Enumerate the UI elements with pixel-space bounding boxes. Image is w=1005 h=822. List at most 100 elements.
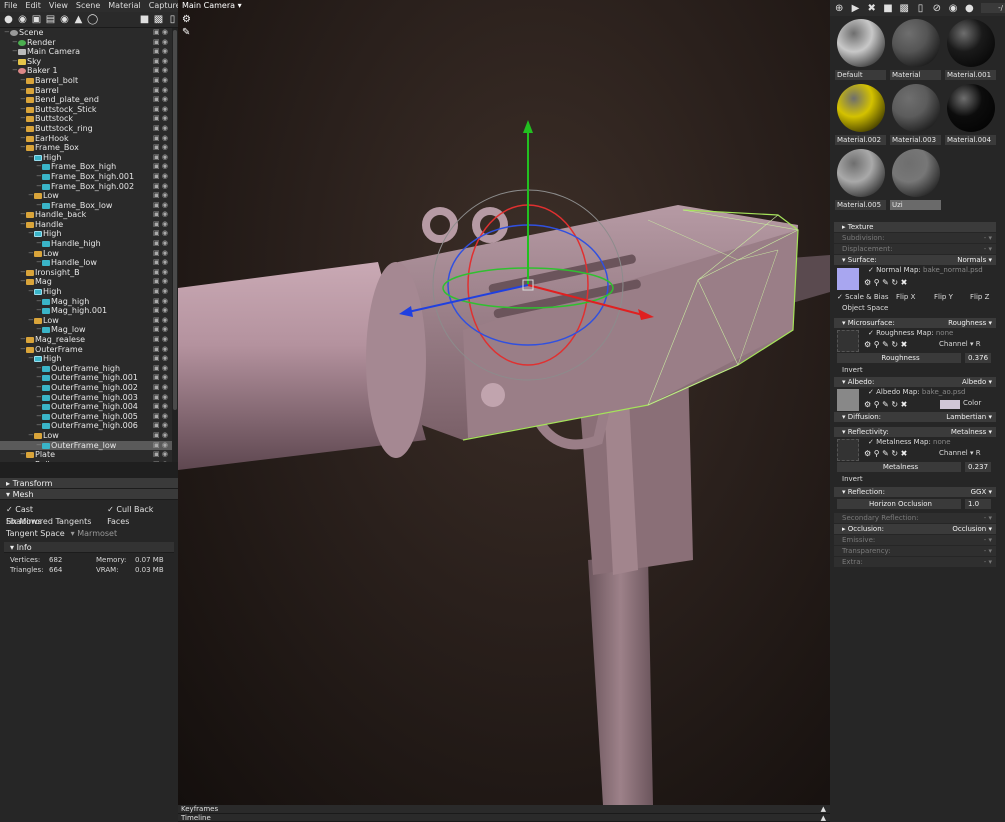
emissive-section[interactable]: Emissive: - ▾ (834, 535, 996, 545)
transform-section[interactable]: ▸ Transform (0, 478, 178, 489)
expand-toggle-icon[interactable]: − (28, 249, 34, 259)
expand-toggle-icon[interactable]: − (28, 431, 34, 441)
horizon-occlusion-value[interactable]: 1.0 (965, 499, 991, 509)
lock-visibility-icon[interactable]: ▣ ◉ (153, 76, 168, 86)
lock-visibility-icon[interactable]: ▣ ◉ (153, 201, 168, 211)
lock-visibility-icon[interactable]: ▣ ◉ (153, 287, 168, 297)
expand-toggle-icon[interactable]: − (36, 412, 42, 422)
lock-visibility-icon[interactable]: ▣ ◉ (153, 57, 168, 67)
lock-visibility-icon[interactable]: ▣ ◉ (153, 354, 168, 364)
expand-toggle-icon[interactable]: − (20, 105, 26, 115)
outliner-row[interactable]: − Scene ▣ ◉ (0, 28, 172, 38)
expand-toggle-icon[interactable]: − (12, 47, 18, 57)
outliner-row[interactable]: − Barrel_bolt ▣ ◉ (0, 76, 172, 86)
metalness-value[interactable]: 0.237 (965, 462, 991, 472)
expand-toggle-icon[interactable]: − (36, 306, 42, 316)
expand-toggle-icon[interactable]: − (12, 57, 18, 67)
roughness-channel-select[interactable]: Channel ▾ R (939, 340, 981, 348)
lock-visibility-icon[interactable]: ▣ ◉ (153, 421, 168, 431)
outliner-row[interactable]: − Handle_high ▣ ◉ (0, 239, 172, 249)
horizon-occlusion-slider[interactable]: Horizon Occlusion (837, 499, 961, 509)
material-swatch[interactable]: Uzi (889, 147, 941, 210)
expand-toggle-icon[interactable]: − (4, 28, 10, 38)
menu-file[interactable]: File (0, 0, 21, 12)
outliner-row[interactable]: − High ▣ ◉ (0, 153, 172, 163)
lock-visibility-icon[interactable]: ▣ ◉ (153, 38, 168, 48)
lock-visibility-icon[interactable]: ▣ ◉ (153, 249, 168, 259)
lock-visibility-icon[interactable]: ▣ ◉ (153, 114, 168, 124)
lock-visibility-icon[interactable]: ▣ ◉ (153, 86, 168, 96)
outliner-row[interactable]: − OuterFrame_high.001 ▣ ◉ (0, 373, 172, 383)
expand-toggle-icon[interactable]: − (36, 364, 42, 374)
lock-visibility-icon[interactable]: ▣ ◉ (153, 105, 168, 115)
expand-toggle-icon[interactable]: − (20, 143, 26, 153)
expand-toggle-icon[interactable]: − (20, 345, 26, 355)
dropper-icon[interactable]: ● (964, 3, 974, 14)
cull-back-faces-checkbox[interactable]: ✓ Cull Back Faces (107, 504, 178, 526)
expand-toggle-icon[interactable]: − (36, 383, 42, 393)
keyframes-tab[interactable]: Keyframes ▲ (178, 805, 830, 814)
outliner-row[interactable]: − Mag ▣ ◉ (0, 277, 172, 287)
lock-visibility-icon[interactable]: ▣ ◉ (153, 441, 168, 451)
outliner-row[interactable]: − Mag_high.001 ▣ ◉ (0, 306, 172, 316)
normal-map-thumbnail[interactable] (837, 268, 859, 290)
expand-toggle-icon[interactable]: − (20, 86, 26, 96)
link-icon[interactable]: ✖ (867, 3, 877, 14)
expand-toggle-icon[interactable]: − (36, 172, 42, 182)
outliner-row[interactable]: − High ▣ ◉ (0, 354, 172, 364)
albedo-map-thumbnail[interactable] (837, 389, 859, 411)
lock-visibility-icon[interactable]: ▣ ◉ (153, 210, 168, 220)
expand-toggle-icon[interactable]: − (36, 325, 42, 335)
surface-section[interactable]: ▾ Surface: Normals ▾ (834, 255, 996, 265)
lock-visibility-icon[interactable]: ▣ ◉ (153, 316, 168, 326)
transparency-section[interactable]: Transparency: - ▾ (834, 546, 996, 556)
material-name[interactable]: Material (890, 70, 941, 80)
outliner-row[interactable]: − Frame_Box_high.002 ▣ ◉ (0, 182, 172, 192)
group-icon[interactable]: ▲ (73, 14, 84, 25)
roughness-map-thumbnail[interactable] (837, 330, 859, 352)
lock-visibility-icon[interactable]: ▣ ◉ (153, 297, 168, 307)
trash-icon[interactable]: ▯ (167, 14, 178, 25)
expand-toggle-icon[interactable]: − (20, 220, 26, 230)
expand-toggle-icon[interactable]: − (20, 335, 26, 345)
lock-visibility-icon[interactable]: ▣ ◉ (153, 412, 168, 422)
lock-visibility-icon[interactable]: ▣ ◉ (153, 220, 168, 230)
metalness-map-thumbnail[interactable] (837, 439, 859, 461)
expand-toggle-icon[interactable]: − (36, 162, 42, 172)
outliner-row[interactable]: − Buttstock_Stick ▣ ◉ (0, 105, 172, 115)
material-swatch[interactable]: Material.002 (834, 82, 886, 145)
metalness-channel-select[interactable]: Channel ▾ R (939, 449, 981, 457)
lock-visibility-icon[interactable]: ▣ ◉ (153, 28, 168, 38)
light-icon[interactable]: ◉ (17, 14, 28, 25)
info-section[interactable]: ▾ Info (4, 542, 174, 553)
outliner-row[interactable]: − Frame_Box_high.001 ▣ ◉ (0, 172, 172, 182)
lock-visibility-icon[interactable]: ▣ ◉ (153, 172, 168, 182)
flip-y-checkbox[interactable]: Flip Y (934, 292, 953, 303)
expand-toggle-icon[interactable]: − (20, 134, 26, 144)
material-swatch[interactable]: Default (834, 17, 886, 80)
menu-scene[interactable]: Scene (72, 0, 104, 12)
expand-toggle-icon[interactable]: − (28, 354, 34, 364)
globe-icon[interactable]: ◉ (948, 3, 958, 14)
object-space-checkbox[interactable]: Object Space (834, 303, 996, 314)
roughness-invert-checkbox[interactable]: Invert (834, 365, 996, 376)
lock-visibility-icon[interactable]: ▣ ◉ (153, 239, 168, 249)
outliner-row[interactable]: − Mag_realese ▣ ◉ (0, 335, 172, 345)
expand-toggle-icon[interactable]: − (28, 287, 34, 297)
outliner-row[interactable]: − Handle_back ▣ ◉ (0, 210, 172, 220)
lock-visibility-icon[interactable]: ▣ ◉ (153, 153, 168, 163)
expand-toggle-icon[interactable]: − (36, 201, 42, 211)
lock-visibility-icon[interactable]: ▣ ◉ (153, 335, 168, 345)
expand-toggle-icon[interactable]: − (36, 297, 42, 307)
expand-toggle-icon[interactable]: − (20, 95, 26, 105)
lock-visibility-icon[interactable]: ▣ ◉ (153, 229, 168, 239)
folder-icon[interactable]: ■ (139, 14, 150, 25)
outliner-row[interactable]: − Mag_high ▣ ◉ (0, 297, 172, 307)
gear-icon[interactable]: ⚙ (182, 14, 191, 25)
outliner-row[interactable]: − Main Camera ▣ ◉ (0, 47, 172, 57)
expand-toggle-icon[interactable]: − (36, 393, 42, 403)
add-object-icon[interactable]: ● (3, 14, 14, 25)
duplicate-icon[interactable]: ▩ (153, 14, 164, 25)
metalness-tools-icons[interactable]: ⚙ ⚲ ✎ ↻ ✖ (864, 449, 907, 458)
outliner-row[interactable]: − Barrel ▣ ◉ (0, 86, 172, 96)
